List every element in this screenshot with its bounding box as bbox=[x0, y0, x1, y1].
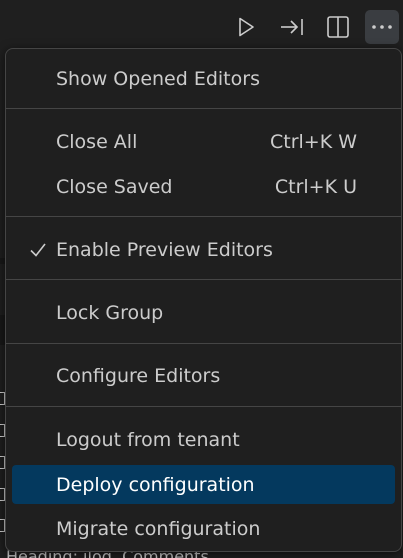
menu-item-label: Lock Group bbox=[56, 301, 164, 324]
menu-separator bbox=[6, 108, 401, 109]
menu-item-configure-editors[interactable]: Configure Editors bbox=[12, 356, 395, 395]
menu-item-lock-group[interactable]: Lock Group bbox=[12, 293, 395, 332]
check-icon bbox=[30, 243, 46, 257]
menu-item-label: Deploy configuration bbox=[56, 473, 255, 496]
menu-separator bbox=[6, 216, 401, 217]
menu-item-migrate-configuration[interactable]: Migrate configuration bbox=[12, 509, 395, 548]
menu-item-label: Enable Preview Editors bbox=[56, 238, 273, 261]
menu-item-close-saved[interactable]: Close Saved Ctrl+K U bbox=[12, 167, 395, 206]
split-editor-icon[interactable] bbox=[321, 10, 355, 44]
menu-item-label: Configure Editors bbox=[56, 364, 221, 387]
menu-item-label: Logout from tenant bbox=[56, 428, 240, 451]
editor-actions-menu: Show Opened Editors Close All Ctrl+K W C… bbox=[5, 48, 402, 552]
menu-item-close-all[interactable]: Close All Ctrl+K W bbox=[12, 122, 395, 161]
menu-item-label: Close Saved bbox=[56, 175, 173, 198]
menu-separator bbox=[6, 406, 401, 407]
editor-window: Heading: ilog. Comments... Show Opened E… bbox=[0, 0, 403, 558]
menu-item-logout-from-tenant[interactable]: Logout from tenant bbox=[12, 420, 395, 459]
menu-item-label: Close All bbox=[56, 130, 138, 153]
menu-separator bbox=[6, 279, 401, 280]
menu-item-enable-preview-editors[interactable]: Enable Preview Editors bbox=[12, 230, 395, 269]
menu-item-deploy-configuration[interactable]: Deploy configuration bbox=[12, 465, 395, 504]
menu-item-shortcut: Ctrl+K U bbox=[274, 175, 357, 198]
menu-item-show-opened-editors[interactable]: Show Opened Editors bbox=[12, 59, 395, 98]
step-forward-icon[interactable] bbox=[275, 10, 309, 44]
menu-item-label: Migrate configuration bbox=[56, 517, 261, 540]
menu-item-shortcut: Ctrl+K W bbox=[269, 130, 357, 153]
run-icon[interactable] bbox=[229, 10, 263, 44]
menu-item-label: Show Opened Editors bbox=[56, 67, 260, 90]
more-actions-icon[interactable] bbox=[365, 10, 399, 44]
menu-separator bbox=[6, 343, 401, 344]
